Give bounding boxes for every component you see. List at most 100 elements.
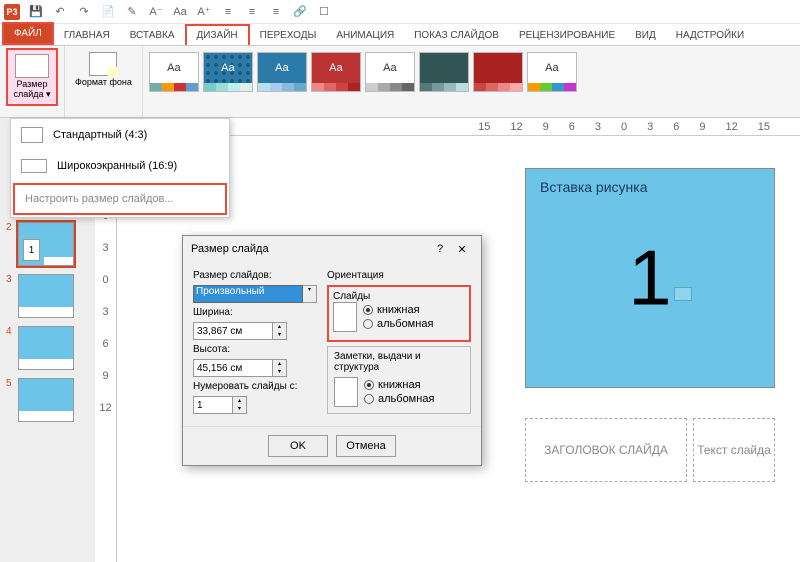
theme-2[interactable]: Aa	[257, 52, 307, 92]
qat-doc-icon[interactable]: 📄	[100, 4, 116, 20]
slide-number-text: 1	[628, 233, 671, 324]
theme-5[interactable]	[419, 52, 469, 92]
numbering-spinner[interactable]: ▴▾	[233, 396, 247, 414]
qat-font-inc-icon[interactable]: A⁺	[196, 4, 212, 20]
notes-group-label: Заметки, выдачи и структура	[334, 351, 464, 373]
menu-standard-label: Стандартный (4:3)	[53, 129, 147, 141]
portrait-label: книжная	[377, 304, 420, 316]
theme-6[interactable]	[473, 52, 523, 92]
ribbon-body: Размер слайда ▾ Формат фона AaAaAaAaAaAa	[0, 46, 800, 118]
format-bg-label: Формат фона	[75, 78, 132, 88]
radio-notes-portrait[interactable]: книжная	[364, 379, 434, 391]
page-portrait-icon-2	[334, 377, 358, 407]
menu-custom-label: Настроить размер слайдов...	[25, 193, 174, 205]
app-icon: P3	[4, 4, 20, 20]
format-background-button[interactable]: Формат фона	[71, 48, 136, 92]
slide-thumb[interactable]	[18, 274, 74, 318]
slide-thumb[interactable]	[18, 326, 74, 370]
radio-slides-landscape[interactable]: альбомная	[363, 318, 433, 330]
picture-placeholder-icon[interactable]	[674, 287, 692, 301]
thumb-row: 4	[0, 322, 95, 374]
height-input[interactable]	[193, 359, 273, 377]
dialog-left-col: Размер слайдов: Произвольный▾ Ширина: ▴▾…	[193, 270, 317, 418]
dialog-titlebar: Размер слайда ? ✕	[183, 236, 481, 262]
dialog-buttons: OK Отмена	[183, 426, 481, 465]
qat-font-case-icon[interactable]: Aa	[172, 4, 188, 20]
tab-file[interactable]: ФАЙЛ	[2, 22, 54, 45]
qat-link-icon[interactable]: 🔗	[292, 4, 308, 20]
thumb-row: 21	[0, 218, 95, 270]
menu-wide-label: Широкоэкранный (16:9)	[57, 160, 177, 172]
qat-redo-icon[interactable]: ↷	[76, 4, 92, 20]
qat-save-icon[interactable]: 💾	[28, 4, 44, 20]
ratio-icon	[21, 127, 43, 143]
portrait-label-2: книжная	[378, 379, 421, 391]
dialog-help-button[interactable]: ?	[429, 243, 451, 255]
qat-font-dec-icon[interactable]: A⁻	[148, 4, 164, 20]
thumb-row: 3	[0, 270, 95, 322]
tab-animation[interactable]: АНИМАЦИЯ	[326, 26, 404, 45]
landscape-label-2: альбомная	[378, 393, 434, 405]
ribbon-group-formatbg: Формат фона	[65, 46, 143, 117]
slide-thumb[interactable]	[18, 378, 74, 422]
theme-1[interactable]: Aa	[203, 52, 253, 92]
qat-draw-icon[interactable]: ✎	[124, 4, 140, 20]
tab-slideshow[interactable]: ПОКАЗ СЛАЙДОВ	[404, 26, 509, 45]
qat-list2-icon[interactable]: ≡	[244, 4, 260, 20]
menu-standard[interactable]: Стандартный (4:3)	[11, 119, 229, 151]
notes-text-box[interactable]: Текст слайда	[693, 418, 775, 482]
size-label: Размер слайдов:	[193, 270, 317, 281]
height-label: Высота:	[193, 344, 317, 355]
radio-slides-portrait[interactable]: книжная	[363, 304, 433, 316]
slides-orientation-highlight: Слайды книжная альбомная	[327, 285, 471, 342]
menu-custom-size[interactable]: Настроить размер слайдов...	[13, 183, 227, 215]
qat-list3-icon[interactable]: ≡	[268, 4, 284, 20]
slide-size-dialog: Размер слайда ? ✕ Размер слайдов: Произв…	[182, 235, 482, 466]
tab-home[interactable]: ГЛАВНАЯ	[54, 26, 120, 45]
ok-button[interactable]: OK	[268, 435, 328, 457]
slide-title-placeholder[interactable]: Вставка рисунка	[526, 169, 774, 205]
dialog-title: Размер слайда	[191, 243, 269, 255]
size-select[interactable]: Произвольный	[193, 285, 303, 303]
height-spinner[interactable]: ▴▾	[273, 359, 287, 377]
slide-size-icon	[15, 54, 49, 78]
ribbon-tabs: ФАЙЛ ГЛАВНАЯ ВСТАВКА ДИЗАЙН ПЕРЕХОДЫ АНИ…	[0, 24, 800, 46]
tab-design[interactable]: ДИЗАЙН	[185, 24, 250, 45]
notes-orientation-group: Заметки, выдачи и структура книжная альб…	[327, 346, 471, 414]
theme-3[interactable]: Aa	[311, 52, 361, 92]
cancel-button[interactable]: Отмена	[336, 435, 396, 457]
tab-view[interactable]: ВИД	[625, 26, 666, 45]
qat-undo-icon[interactable]: ↶	[52, 4, 68, 20]
orientation-label: Ориентация	[327, 270, 471, 281]
thumb-row: 5	[0, 374, 95, 426]
page-portrait-icon	[333, 302, 357, 332]
radio-notes-landscape[interactable]: альбомная	[364, 393, 434, 405]
slide-thumb[interactable]: 1	[18, 222, 74, 266]
tab-transitions[interactable]: ПЕРЕХОДЫ	[250, 26, 327, 45]
thumb-number: 3	[6, 274, 14, 285]
menu-wide[interactable]: Широкоэкранный (16:9)	[11, 151, 229, 181]
slide-size-button[interactable]: Размер слайда ▾	[6, 48, 58, 106]
format-bg-icon	[89, 52, 117, 76]
theme-0[interactable]: Aa	[149, 52, 199, 92]
notes-heading-box[interactable]: ЗАГОЛОВОК СЛАЙДА	[525, 418, 687, 482]
tab-insert[interactable]: ВСТАВКА	[120, 26, 185, 45]
numbering-label: Нумеровать слайды с:	[193, 381, 317, 392]
width-input[interactable]	[193, 322, 273, 340]
theme-7[interactable]: Aa	[527, 52, 577, 92]
slides-orientation-group: Слайды книжная альбомная	[331, 289, 467, 334]
size-dropdown-icon[interactable]: ▾	[303, 285, 317, 303]
slide-canvas[interactable]: Вставка рисунка 1	[525, 168, 775, 388]
tab-review[interactable]: РЕЦЕНЗИРОВАНИЕ	[509, 26, 625, 45]
dialog-close-button[interactable]: ✕	[451, 243, 473, 256]
theme-4[interactable]: Aa	[365, 52, 415, 92]
tab-addins[interactable]: НАДСТРОЙКИ	[666, 26, 754, 45]
width-spinner[interactable]: ▴▾	[273, 322, 287, 340]
thumb-number: 4	[6, 326, 14, 337]
ratio-wide-icon	[21, 159, 47, 173]
qat-box-icon[interactable]: ☐	[316, 4, 332, 20]
width-label: Ширина:	[193, 307, 317, 318]
qat-list1-icon[interactable]: ≡	[220, 4, 236, 20]
numbering-input[interactable]	[193, 396, 233, 414]
thumb-number: 5	[6, 378, 14, 389]
